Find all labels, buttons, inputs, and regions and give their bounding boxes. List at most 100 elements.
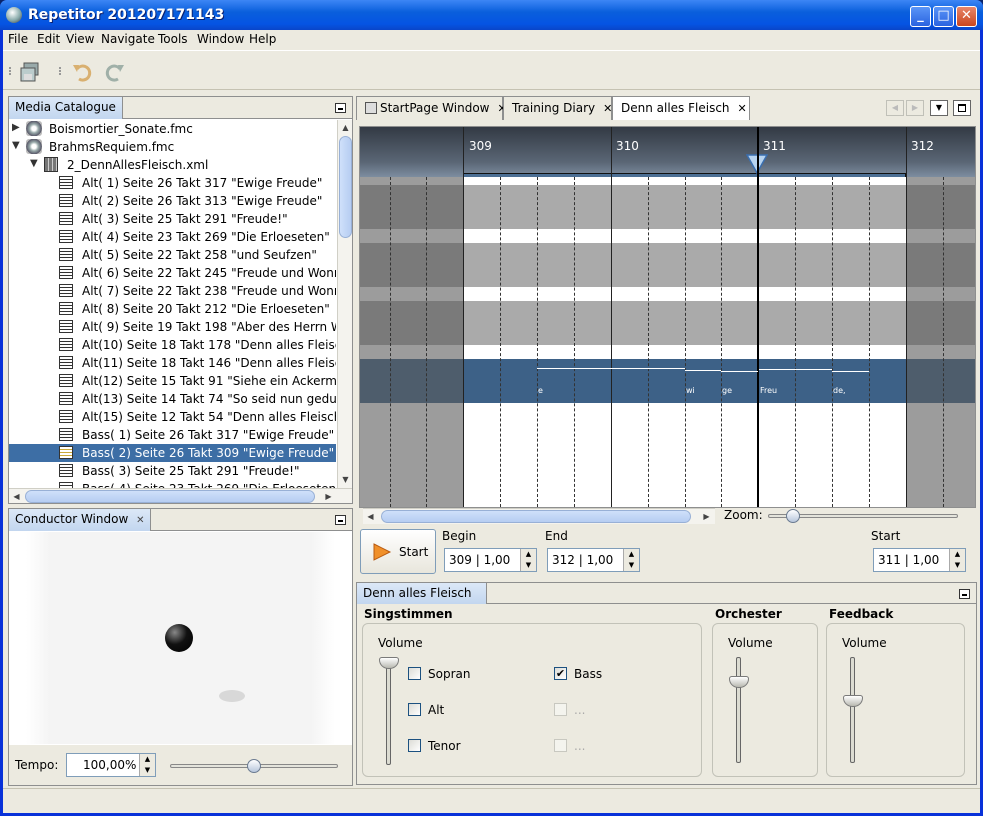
close-icon[interactable]: ✕ bbox=[136, 515, 144, 526]
start-position-spinner[interactable]: 311 | 1,00 ▲ ▼ bbox=[873, 548, 966, 572]
tab-training-diary[interactable]: Training Diary ✕ bbox=[503, 96, 612, 120]
tree-item[interactable]: Bass( 4) Seite 23 Takt 269 "Die Erloeset… bbox=[9, 480, 336, 488]
score-scroll-thumb[interactable] bbox=[381, 510, 691, 523]
close-window-button[interactable]: ✕ bbox=[956, 6, 977, 27]
tree-item[interactable]: ▶ Boismortier_Sonate.fmc bbox=[9, 120, 336, 138]
tree-item-label: Alt( 5) Seite 22 Takt 258 "und Seufzen" bbox=[82, 248, 317, 262]
feedback-volume-knob[interactable] bbox=[843, 694, 863, 707]
begin-spinner[interactable]: 309 | 1,00 ▲ ▼ bbox=[444, 548, 537, 572]
menu-window[interactable]: Window bbox=[197, 32, 244, 46]
spinner-arrows-icon[interactable]: ▲ ▼ bbox=[623, 549, 639, 571]
media-catalogue-tab[interactable]: Media Catalogue bbox=[9, 97, 123, 119]
tree-item-label: Alt( 6) Seite 22 Takt 245 "Freude und Wo… bbox=[82, 266, 336, 280]
collapse-icon[interactable]: ▼ bbox=[12, 140, 20, 151]
scroll-right-icon[interactable]: ▶ bbox=[699, 509, 714, 524]
start-position-value[interactable]: 311 | 1,00 bbox=[878, 553, 939, 567]
expand-icon[interactable]: ▶ bbox=[12, 122, 20, 133]
spinner-arrows-icon[interactable]: ▲ ▼ bbox=[139, 754, 155, 776]
start-button[interactable]: Start bbox=[360, 529, 436, 574]
ball-shadow bbox=[219, 690, 245, 702]
save-all-icon[interactable] bbox=[19, 61, 41, 83]
menu-view[interactable]: View bbox=[66, 32, 94, 46]
tab-denn-alles-fleisch[interactable]: Denn alles Fleisch ✕ bbox=[612, 96, 750, 120]
scroll-down-icon[interactable]: ▼ bbox=[338, 472, 353, 487]
minimize-icon[interactable] bbox=[335, 515, 346, 525]
tree-item[interactable]: Alt( 8) Seite 20 Takt 212 "Die Erloesete… bbox=[9, 300, 336, 318]
end-value[interactable]: 312 | 1,00 bbox=[552, 553, 613, 567]
menu-tools[interactable]: Tools bbox=[158, 32, 188, 46]
scroll-left-icon[interactable]: ◀ bbox=[363, 509, 378, 524]
undo-icon[interactable] bbox=[71, 61, 93, 83]
tree-item-label: Alt( 8) Seite 20 Takt 212 "Die Erloesete… bbox=[82, 302, 330, 316]
tree-item[interactable]: Alt( 5) Seite 22 Takt 258 "und Seufzen" bbox=[9, 246, 336, 264]
horizontal-scroll-thumb[interactable] bbox=[25, 490, 315, 503]
tree-item[interactable]: Bass( 2) Seite 26 Takt 309 "Ewige Freude… bbox=[9, 444, 336, 462]
spinner-arrows-icon[interactable]: ▲ ▼ bbox=[520, 549, 536, 571]
close-icon[interactable]: ✕ bbox=[738, 102, 747, 115]
end-spinner[interactable]: 312 | 1,00 ▲ ▼ bbox=[547, 548, 640, 572]
close-icon[interactable]: ✕ bbox=[603, 102, 612, 115]
tempo-value[interactable]: 100,00% bbox=[83, 758, 136, 772]
menu-navigate[interactable]: Navigate bbox=[101, 32, 155, 46]
tab-prev-icon[interactable]: ◀ bbox=[886, 100, 904, 116]
minimize-icon[interactable] bbox=[959, 589, 970, 599]
tempo-slider-knob[interactable] bbox=[247, 759, 261, 773]
alt-checkbox[interactable] bbox=[408, 703, 421, 716]
singstimmen-volume-knob[interactable] bbox=[379, 657, 399, 669]
minimize-icon[interactable] bbox=[335, 103, 346, 113]
measure-ruler[interactable]: 309 310 311 312 bbox=[360, 127, 975, 179]
begin-label: Begin bbox=[442, 529, 477, 543]
tempo-spinner[interactable]: 100,00% ▲ ▼ bbox=[66, 753, 156, 777]
tree-item[interactable]: Alt(12) Seite 15 Takt 91 "Siehe ein Acke… bbox=[9, 372, 336, 390]
sopran-checkbox[interactable] bbox=[408, 667, 421, 680]
toolbar-grip[interactable] bbox=[9, 67, 15, 75]
maximize-window-button[interactable]: □ bbox=[933, 6, 954, 27]
zoom-slider-knob[interactable] bbox=[785, 509, 800, 523]
tree-item[interactable]: Alt(15) Seite 12 Takt 54 "Denn alles Fle… bbox=[9, 408, 336, 426]
tree-item[interactable]: Alt(11) Seite 18 Takt 146 "Denn alles Fl… bbox=[9, 354, 336, 372]
scroll-thumb[interactable] bbox=[339, 136, 352, 238]
tree-item[interactable]: Alt( 4) Seite 23 Takt 269 "Die Erloesete… bbox=[9, 228, 336, 246]
maximize-icon[interactable] bbox=[953, 100, 971, 116]
spinner-arrows-icon[interactable]: ▲ ▼ bbox=[949, 549, 965, 571]
tree-item[interactable]: Alt( 1) Seite 26 Takt 317 "Ewige Freude" bbox=[9, 174, 336, 192]
mixer-tab[interactable]: Denn alles Fleisch bbox=[357, 583, 487, 604]
scroll-up-icon[interactable]: ▲ bbox=[338, 120, 353, 135]
orchester-volume-knob[interactable] bbox=[729, 675, 749, 688]
score-horizontal-scrollbar[interactable]: ◀ ▶ bbox=[363, 508, 715, 524]
redo-icon[interactable] bbox=[104, 61, 126, 83]
tree-item[interactable]: Bass( 1) Seite 26 Takt 317 "Ewige Freude… bbox=[9, 426, 336, 444]
tree-item[interactable]: Alt( 7) Seite 22 Takt 238 "Freude und Wo… bbox=[9, 282, 336, 300]
feedback-volume-track[interactable] bbox=[850, 657, 855, 763]
toolbar-grip-2[interactable] bbox=[59, 67, 65, 75]
tree-horizontal-scrollbar[interactable]: ◀ ▶ bbox=[9, 488, 352, 503]
tree-item[interactable]: ▼ BrahmsRequiem.fmc bbox=[9, 138, 336, 156]
tree-item[interactable]: Alt(13) Seite 14 Takt 74 "So seid nun ge… bbox=[9, 390, 336, 408]
minimize-window-button[interactable]: _ bbox=[910, 6, 931, 27]
bass-checkbox[interactable]: ✔ bbox=[554, 667, 567, 680]
tree-item[interactable]: Alt( 9) Seite 19 Takt 198 "Aber des Herr… bbox=[9, 318, 336, 336]
tree-item[interactable]: Alt( 2) Seite 26 Takt 313 "Ewige Freude" bbox=[9, 192, 336, 210]
begin-value[interactable]: 309 | 1,00 bbox=[449, 553, 510, 567]
tab-next-icon[interactable]: ▶ bbox=[906, 100, 924, 116]
collapse-icon[interactable]: ▼ bbox=[30, 158, 38, 169]
menu-help[interactable]: Help bbox=[249, 32, 276, 46]
scroll-right-icon[interactable]: ▶ bbox=[321, 489, 336, 504]
tab-denn-alles-fleisch-label: Denn alles Fleisch bbox=[621, 101, 730, 115]
score-view[interactable]: 309 310 311 312 e wi ge Freu de, bbox=[359, 126, 976, 508]
tree-item[interactable]: Alt(10) Seite 18 Takt 178 "Denn alles Fl… bbox=[9, 336, 336, 354]
orchester-volume-track[interactable] bbox=[736, 657, 741, 763]
tree-item[interactable]: Alt( 6) Seite 22 Takt 245 "Freude und Wo… bbox=[9, 264, 336, 282]
scroll-left-icon[interactable]: ◀ bbox=[9, 489, 24, 504]
tab-list-icon[interactable]: ▼ bbox=[930, 100, 948, 116]
menu-edit[interactable]: Edit bbox=[37, 32, 60, 46]
tree-item[interactable]: Bass( 3) Seite 25 Takt 291 "Freude!" bbox=[9, 462, 336, 480]
tree-item[interactable]: ▼ 2_DennAllesFleisch.xml bbox=[9, 156, 336, 174]
tree-vertical-scrollbar[interactable]: ▲ ▼ bbox=[337, 120, 352, 488]
tenor-checkbox[interactable] bbox=[408, 739, 421, 752]
tree-item[interactable]: Alt( 3) Seite 25 Takt 291 "Freude!" bbox=[9, 210, 336, 228]
menu-file[interactable]: File bbox=[8, 32, 28, 46]
tab-startpage[interactable]: StartPage Window✕ bbox=[356, 96, 507, 120]
conductor-tab[interactable]: Conductor Window ✕ bbox=[9, 509, 152, 531]
singstimmen-volume-track[interactable] bbox=[386, 659, 391, 765]
